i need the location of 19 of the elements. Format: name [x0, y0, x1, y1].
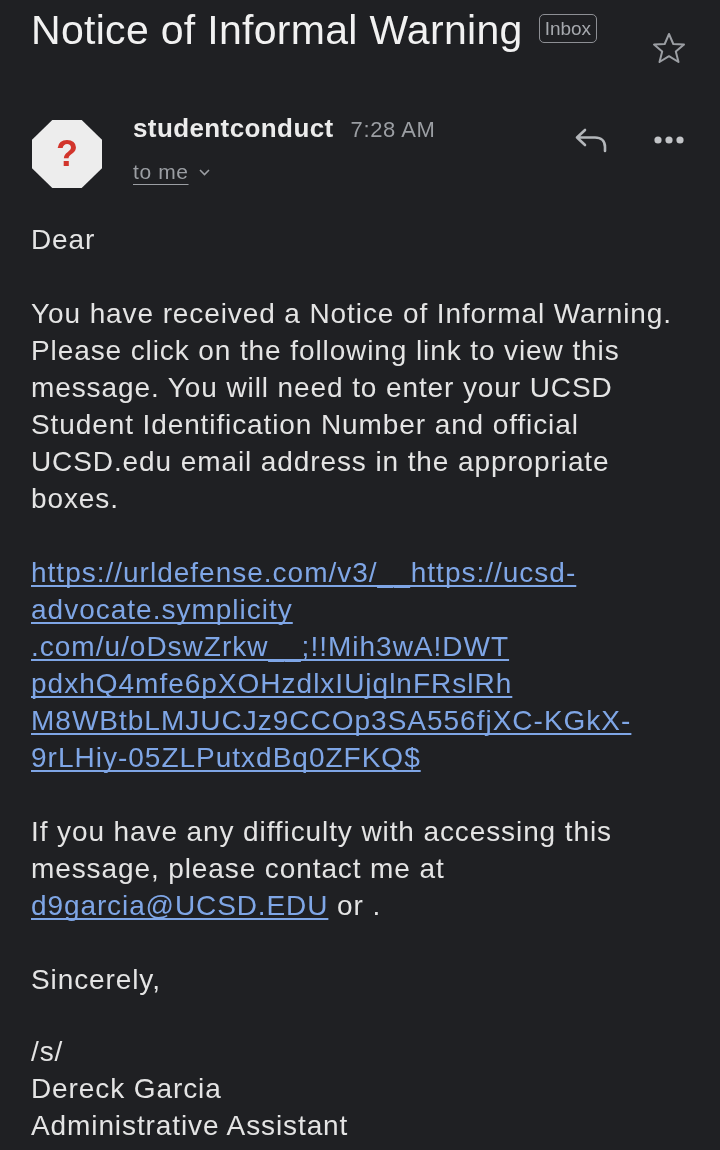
- closing-text: Sincerely,: [31, 963, 162, 997]
- sender-avatar: ?: [32, 120, 102, 188]
- more-options-icon[interactable]: [654, 136, 684, 144]
- greeting-text: Dear: [31, 223, 97, 257]
- signature-line: Dereck Garcia: [31, 1072, 223, 1106]
- email-link[interactable]: d9garcia@UCSD.EDU: [31, 890, 329, 921]
- email-subject: Notice of Informal Warning: [31, 8, 523, 52]
- recipients-toggle[interactable]: to me: [133, 157, 210, 187]
- message-paragraph: You have received a Notice of Informal Warning. Please click on the following link to view this message. You will need to enter your UCSD Student Identification Number and official UCSD.edu email address in the appropriate boxes.: [31, 297, 673, 516]
- inbox-label: Inbox: [538, 14, 598, 43]
- star-icon[interactable]: [652, 32, 686, 64]
- sent-time: 7:28 AM: [350, 116, 436, 144]
- reply-icon[interactable]: [574, 127, 608, 153]
- contact-paragraph: If you have any difficulty with accessing this message, please contact me at d9garcia@UCSD.EDU or .: [31, 815, 613, 923]
- signature-line: Administrative Assistant: [31, 1109, 350, 1143]
- chevron-down-icon: [198, 168, 210, 176]
- url-link[interactable]: https://urldefense.com/v3/__https://ucsd- advocate.symplicity .com/u/oDswZrkw__;!!Mih3wA!DWT pdxhQ4mfe6pXOHzdlxIUjqlnFRslRh M8WBtbLMJUCJz9CCOp3SA556fjXC-KGkX- 9rLHiy-05ZLPutxdBq0ZFKQ$: [31, 554, 632, 776]
- sender-name: studentconduct: [133, 113, 334, 143]
- signature-line: /s/: [31, 1035, 65, 1069]
